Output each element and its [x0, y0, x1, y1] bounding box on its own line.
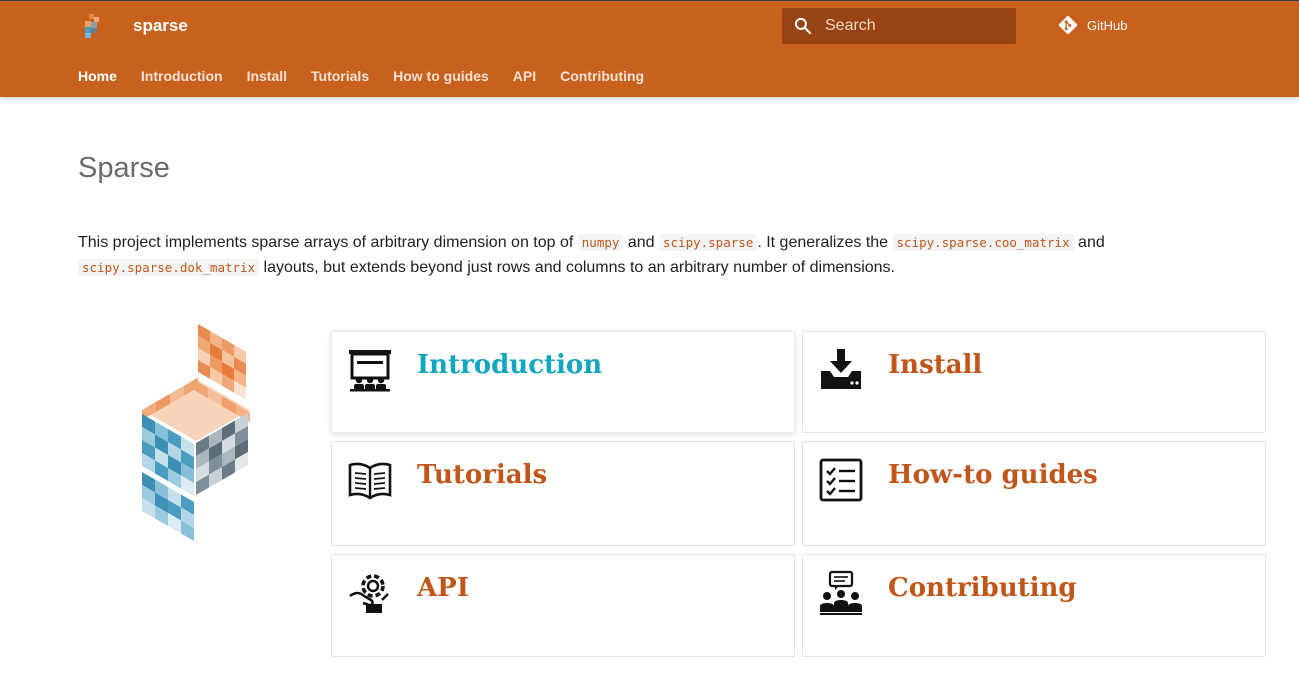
search-box[interactable] — [782, 8, 1016, 44]
git-icon — [1058, 15, 1078, 35]
community-chat-icon — [820, 570, 862, 615]
card-title[interactable]: Install — [888, 350, 982, 380]
code-scipy-sparse: scipy.sparse — [659, 234, 758, 251]
intro-paragraph: This project implements sparse arrays of… — [78, 230, 1228, 280]
card-install[interactable]: Install — [802, 331, 1266, 433]
card-title[interactable]: Introduction — [417, 350, 602, 380]
tab-tutorials[interactable]: Tutorials — [311, 68, 369, 84]
card-contributing[interactable]: Contributing — [802, 554, 1266, 657]
site-title[interactable]: sparse — [133, 16, 188, 36]
intro-text: layouts, but extends beyond just rows an… — [259, 259, 895, 276]
card-introduction[interactable]: Introduction — [331, 331, 795, 433]
sparse-cube-illustration — [142, 324, 250, 542]
tab-install[interactable]: Install — [247, 68, 287, 84]
card-title[interactable]: Tutorials — [417, 460, 547, 490]
search-input[interactable] — [825, 17, 1005, 35]
page-title: Sparse — [78, 152, 170, 184]
presentation-icon — [349, 350, 391, 392]
intro-text: . It generalizes the — [757, 234, 893, 251]
tab-home[interactable]: Home — [78, 68, 117, 84]
code-numpy: numpy — [577, 234, 624, 251]
header-bar: sparse GitHub Home Introduction Install … — [0, 0, 1299, 97]
nav-tabs: Home Introduction Install Tutorials How … — [78, 68, 668, 84]
checklist-icon — [819, 458, 863, 502]
code-coo-matrix: scipy.sparse.coo_matrix — [892, 234, 1074, 251]
card-api[interactable]: API — [331, 554, 795, 657]
tab-api[interactable]: API — [513, 68, 536, 84]
card-title[interactable]: API — [417, 573, 469, 603]
search-icon[interactable] — [793, 16, 813, 36]
card-how-to-guides[interactable]: How-to guides — [802, 441, 1266, 546]
intro-text: and — [623, 234, 659, 251]
code-dok-matrix: scipy.sparse.dok_matrix — [78, 259, 260, 276]
tab-contributing[interactable]: Contributing — [560, 68, 644, 84]
github-label: GitHub — [1087, 17, 1128, 33]
github-repo-link[interactable]: GitHub — [1057, 14, 1127, 36]
tab-how-to-guides[interactable]: How to guides — [393, 68, 489, 84]
gear-hand-icon — [349, 574, 389, 613]
download-tray-icon — [821, 349, 861, 389]
sparse-logo-icon[interactable] — [80, 13, 102, 39]
intro-text: and — [1073, 234, 1105, 251]
card-title[interactable]: Contributing — [888, 573, 1077, 603]
card-tutorials[interactable]: Tutorials — [331, 441, 795, 546]
tab-introduction[interactable]: Introduction — [141, 68, 223, 84]
open-book-icon — [348, 462, 392, 500]
card-title[interactable]: How-to guides — [888, 460, 1098, 490]
intro-text: This project implements sparse arrays of… — [78, 234, 578, 251]
